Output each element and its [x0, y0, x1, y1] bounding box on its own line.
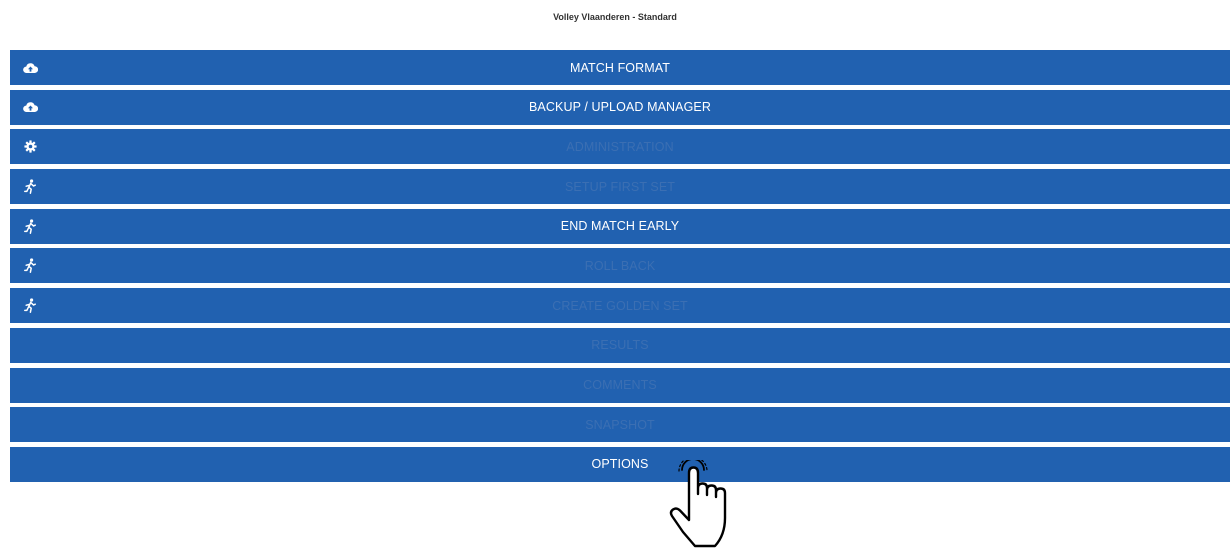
menu-item-administration[interactable]: ADMINISTRATION: [10, 129, 1230, 165]
menu-item-end-match-early[interactable]: END MATCH EARLY: [10, 208, 1230, 244]
menu-item-comments[interactable]: COMMENTS: [10, 367, 1230, 403]
page: Volley Vlaanderen - Standard MATCH FORMA…: [0, 0, 1230, 550]
cloud-upload-icon: [22, 99, 38, 115]
menu-item-options[interactable]: OPTIONS: [10, 446, 1230, 482]
menu-item-label: CREATE GOLDEN SET: [552, 298, 688, 313]
menu-item-label: SNAPSHOT: [585, 417, 655, 432]
menu-item-setup-first-set[interactable]: SETUP FIRST SET: [10, 169, 1230, 205]
cloud-upload-icon: [22, 60, 38, 76]
running-person-icon: [22, 258, 38, 274]
main-menu: MATCH FORMAT BACKUP / UPLOAD MANAGER ADM…: [10, 50, 1230, 487]
menu-item-backup-upload-manager[interactable]: BACKUP / UPLOAD MANAGER: [10, 89, 1230, 125]
running-person-icon: [22, 218, 38, 234]
menu-item-label: OPTIONS: [591, 457, 649, 472]
menu-item-label: ROLL BACK: [584, 258, 656, 273]
menu-item-label: MATCH FORMAT: [569, 60, 671, 75]
running-person-icon: [22, 298, 38, 314]
menu-item-label: BACKUP / UPLOAD MANAGER: [529, 100, 711, 115]
menu-item-snapshot[interactable]: SNAPSHOT: [10, 407, 1230, 443]
menu-item-label: END MATCH EARLY: [560, 219, 680, 234]
menu-item-label: RESULTS: [591, 338, 649, 353]
menu-item-label: ADMINISTRATION: [566, 139, 674, 154]
running-person-icon: [22, 179, 38, 195]
gear-icon: [22, 139, 38, 155]
menu-item-label: SETUP FIRST SET: [564, 179, 676, 194]
menu-item-roll-back[interactable]: ROLL BACK: [10, 248, 1230, 284]
menu-item-results[interactable]: RESULTS: [10, 327, 1230, 363]
menu-item-match-format[interactable]: MATCH FORMAT: [10, 50, 1230, 85]
menu-item-label: COMMENTS: [583, 378, 657, 392]
page-title: Volley Vlaanderen - Standard: [553, 12, 677, 22]
menu-item-create-golden-set[interactable]: CREATE GOLDEN SET: [10, 288, 1230, 324]
